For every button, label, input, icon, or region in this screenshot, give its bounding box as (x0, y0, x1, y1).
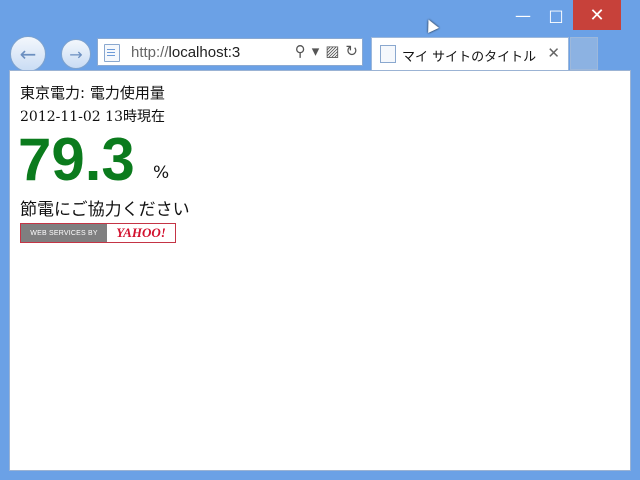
page-icon (380, 45, 396, 63)
close-tab-icon[interactable]: ✕ (547, 44, 560, 62)
compatibility-view-icon[interactable]: ▨ (325, 42, 339, 60)
title-bar: — □ ✕ (0, 0, 640, 32)
refresh-icon[interactable]: ↻ (345, 42, 358, 60)
new-tab-button[interactable] (570, 37, 598, 70)
page-content: 東京電力: 電力使用量 2012-11-02 13時現在 79.3 % 節電にご… (9, 70, 631, 471)
back-button[interactable]: ← (10, 36, 46, 72)
usage-value: 79.3 (18, 126, 135, 193)
url-host: localhost:3 (168, 44, 241, 61)
tab-current[interactable]: マイ サイトのタイトル ✕ (371, 37, 569, 70)
yahoo-logo: YAHOO! (107, 224, 175, 242)
yahoo-web-services-badge[interactable]: WEB SERVICES BY YAHOO! (20, 223, 176, 243)
usage-unit: % (153, 163, 170, 183)
forward-arrow-icon: → (69, 44, 83, 64)
forward-button[interactable]: → (61, 39, 91, 69)
power-saving-message: 節電にご協力ください (20, 200, 190, 220)
minimize-button[interactable]: — (508, 0, 538, 30)
url-prefix: http:// (131, 44, 169, 61)
address-bar-actions: ⚲ ▾ ▨ ↻ (295, 42, 358, 60)
search-icon[interactable]: ⚲ (295, 42, 306, 60)
page-icon (104, 44, 120, 62)
close-window-button[interactable]: ✕ (573, 0, 621, 30)
navigation-bar: ← → http://localhost:3 ⚲ ▾ ▨ ↻ マイ サイトのタイ… (0, 32, 640, 72)
badge-left-text: WEB SERVICES BY (21, 224, 107, 242)
url-text[interactable]: http://localhost:3 (131, 44, 263, 61)
browser-window: — □ ✕ ← → http://localhost:3 ⚲ ▾ ▨ ↻ マイ … (0, 0, 640, 480)
tab-title: マイ サイトのタイトル (402, 50, 537, 65)
back-arrow-icon: ← (19, 42, 37, 66)
maximize-button[interactable]: □ (541, 0, 571, 30)
address-bar[interactable]: http://localhost:3 ⚲ ▾ ▨ ↻ (97, 38, 363, 66)
chevron-down-icon[interactable]: ▾ (312, 42, 320, 60)
timestamp: 2012-11-02 13時現在 (20, 109, 165, 125)
page-title: 東京電力: 電力使用量 (20, 84, 165, 102)
